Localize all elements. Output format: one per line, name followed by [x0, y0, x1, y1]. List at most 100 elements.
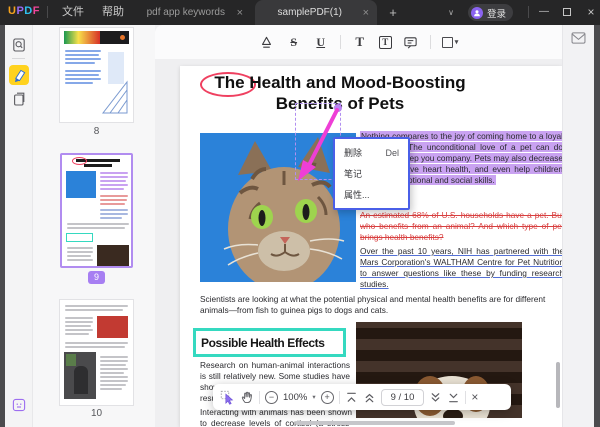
rail-divider — [12, 58, 25, 59]
underlined-paragraph: Over the past 10 years, NIH has partnere… — [360, 246, 562, 289]
thumb9-dog-photo — [97, 245, 129, 266]
highlight-tool-button[interactable] — [259, 34, 275, 50]
strikethrough-paragraph: An estimated 68% of U.S. households have… — [360, 210, 562, 242]
annotation-toolbar: S U T T ▾ — [155, 25, 562, 59]
logo-letter: D — [24, 5, 33, 17]
close-window-button[interactable]: × — [580, 0, 600, 25]
tab-pdf-app-keywords[interactable]: pdf app keywords × — [133, 0, 251, 25]
document-copy-icon — [14, 92, 25, 106]
page-tools-button[interactable] — [9, 89, 29, 109]
menu-file[interactable]: 文件 — [56, 0, 90, 25]
text-box-tool-button[interactable]: T — [378, 35, 392, 49]
toolbar-divider — [465, 390, 467, 404]
thumbnail-page-10[interactable] — [60, 300, 133, 405]
right-side-panel — [562, 25, 594, 427]
chevron-down-icon: ▾ — [454, 39, 459, 46]
ai-assistant-icon — [12, 398, 26, 412]
tab-samplepdf[interactable]: samplePDF(1) × — [255, 0, 377, 25]
first-page-button[interactable] — [345, 391, 358, 404]
page-indicator[interactable]: 9 / 10 — [380, 388, 425, 406]
tab-close-icon[interactable]: × — [363, 7, 369, 19]
window-right-edge — [594, 25, 600, 427]
tab-close-icon[interactable]: × — [237, 7, 243, 19]
toolbar-divider — [259, 390, 260, 404]
current-page-badge: 9 — [88, 271, 105, 284]
strikethrough-tool-button[interactable]: S — [286, 34, 302, 50]
left-tool-rail — [5, 25, 33, 427]
last-page-button[interactable] — [447, 391, 460, 404]
underline-tool-button[interactable]: U — [313, 34, 329, 50]
zoom-out-button[interactable]: − — [265, 390, 278, 404]
toolbar-divider — [429, 35, 431, 49]
new-tab-button[interactable]: + — [384, 4, 402, 22]
feedback-button[interactable] — [571, 32, 586, 44]
thumbnail-page-8[interactable] — [60, 28, 133, 122]
context-menu-item-note[interactable]: 笔记 — [335, 163, 408, 184]
scroll-to-top-icon — [346, 392, 356, 402]
square-shape-icon — [441, 36, 453, 48]
toolbar-divider — [339, 35, 341, 49]
thumb9-cat-photo — [66, 171, 96, 198]
thumbnail-panel: 8 9 10 — [33, 25, 155, 427]
select-tool-button[interactable] — [220, 390, 235, 405]
hand-icon — [241, 391, 252, 403]
context-menu-item-delete[interactable]: 删除 Del — [335, 142, 408, 163]
shapes-tool-button[interactable]: ▾ — [441, 34, 459, 50]
tab-label: pdf app keywords — [146, 7, 225, 18]
page-number-label: 8 — [93, 126, 100, 137]
previous-page-button[interactable] — [363, 391, 376, 404]
tab-label: samplePDF(1) — [277, 7, 343, 18]
next-page-button[interactable] — [429, 391, 442, 404]
annotate-tool-button[interactable] — [9, 65, 29, 85]
document-viewport[interactable]: The Health and Mood-Boosting Benefits of… — [155, 59, 562, 427]
titlebar-divider — [47, 6, 48, 18]
double-chevron-down-icon — [432, 392, 440, 402]
context-menu: 删除 Del 笔记 属性... — [333, 137, 410, 210]
section-heading: Possible Health Effects — [201, 335, 325, 350]
scroll-to-bottom-icon — [449, 393, 459, 402]
zoom-in-button[interactable]: + — [320, 390, 334, 404]
menu-help[interactable]: 帮助 — [96, 0, 130, 25]
thumb10-cat-photo — [64, 352, 96, 399]
thumb8-triangle — [101, 80, 128, 114]
zoom-caret-icon[interactable]: ▾ — [312, 393, 315, 401]
ai-assistant-button[interactable] — [9, 395, 29, 415]
text-tool-button[interactable]: T — [352, 34, 368, 50]
tab-list-caret-icon[interactable]: ∨ — [443, 4, 459, 22]
thumb9-heading-box — [66, 233, 93, 242]
page-number-label: 10 — [90, 408, 103, 419]
horizontal-scrollbar-thumb[interactable] — [295, 421, 455, 425]
thumb10-red-photo — [97, 316, 128, 338]
hand-tool-button[interactable] — [240, 390, 254, 404]
login-label: 登录 — [487, 8, 507, 20]
titlebar-divider — [528, 6, 529, 18]
maximize-button[interactable] — [563, 8, 571, 16]
close-toolbar-button[interactable]: × — [471, 390, 478, 404]
document-search-icon — [13, 38, 25, 52]
thumb9-ellipse — [72, 157, 87, 165]
zoom-level[interactable]: 100% — [283, 392, 307, 403]
updf-window: UPDF 文件 帮助 pdf app keywords × samplePDF(… — [0, 0, 600, 427]
page-search-button[interactable] — [9, 35, 29, 55]
intro-paragraph: Scientists are looking at what the poten… — [200, 294, 546, 315]
comment-icon — [404, 36, 417, 49]
comment-tool-button[interactable] — [403, 34, 419, 50]
context-menu-item-properties[interactable]: 属性... — [335, 184, 408, 205]
section-heading-box: Possible Health Effects — [193, 328, 346, 357]
login-button[interactable]: 登录 — [468, 4, 514, 21]
vertical-scrollbar-thumb[interactable] — [556, 362, 560, 408]
avatar-icon — [471, 6, 483, 19]
minimize-button[interactable]: — — [533, 0, 555, 25]
select-cursor-icon — [220, 390, 234, 405]
envelope-icon — [571, 32, 586, 44]
toolbar-divider — [338, 390, 340, 404]
thumb8-banner — [64, 31, 100, 44]
titlebar: UPDF 文件 帮助 pdf app keywords × samplePDF(… — [0, 0, 600, 25]
marker-pen-icon — [14, 69, 25, 82]
logo-letter: F — [32, 5, 40, 17]
thumb8-banner-dark — [100, 31, 129, 44]
updf-logo: UPDF — [8, 5, 40, 17]
double-chevron-up-icon — [365, 393, 373, 402]
thumbnail-page-9-selected[interactable] — [60, 153, 133, 268]
floating-page-toolbar: − 100% ▾ + 9 / 10 × — [213, 384, 511, 410]
